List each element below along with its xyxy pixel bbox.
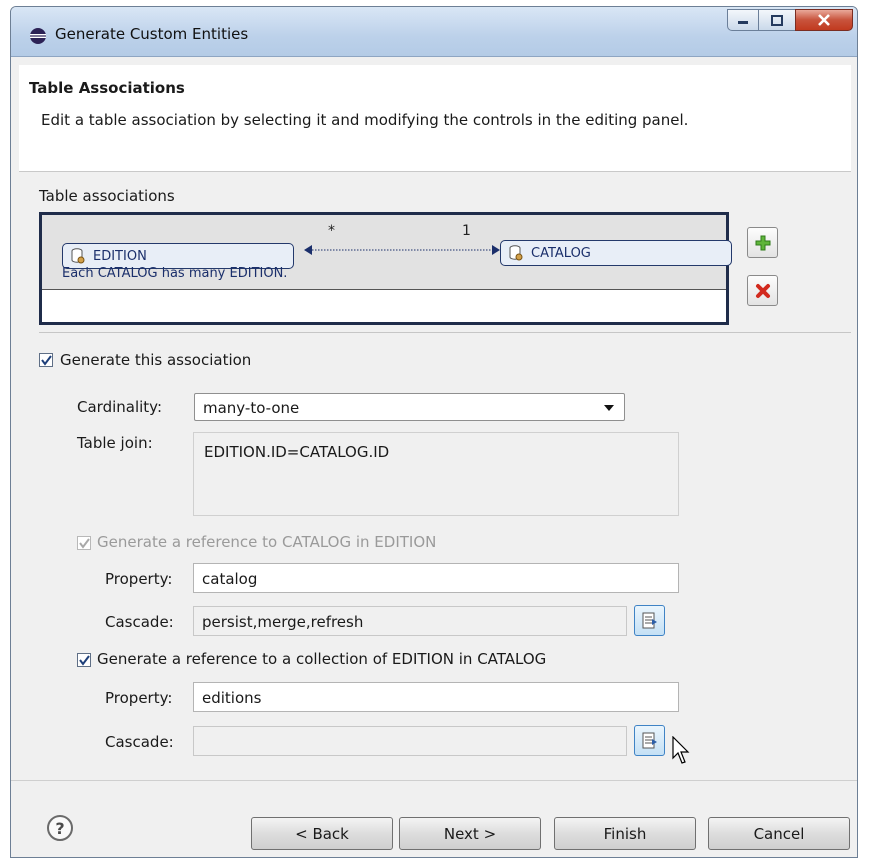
ref2-cascade-edit-button[interactable] xyxy=(634,725,665,756)
table-join-field: EDITION.ID=CATALOG.ID xyxy=(193,432,679,516)
table-associations-label: Table associations xyxy=(39,187,175,205)
ref-catalog-label: Generate a reference to CATALOG in EDITI… xyxy=(97,533,437,551)
ref2-cascade-label: Cascade: xyxy=(105,733,174,751)
window-controls xyxy=(727,9,853,31)
database-table-icon xyxy=(509,245,523,261)
eclipse-icon xyxy=(30,28,46,44)
footer-divider xyxy=(11,780,857,781)
chevron-down-icon xyxy=(604,405,614,411)
ref1-property-label: Property: xyxy=(105,570,173,588)
dialog-window: Generate Custom Entities Table Associati… xyxy=(10,6,858,858)
section-divider xyxy=(39,332,851,333)
delete-association-button[interactable] xyxy=(747,275,778,306)
cardinality-value: many-to-one xyxy=(203,399,300,417)
edit-list-icon xyxy=(642,732,657,748)
checkmark-icon xyxy=(78,654,90,666)
association-description: Each CATALOG has many EDITION. xyxy=(62,266,288,281)
page-title: Table Associations xyxy=(29,79,185,97)
associations-list[interactable]: EDITION * 1 CATALOG Each CATALOG has man… xyxy=(39,212,732,325)
source-table-name: EDITION xyxy=(93,248,147,264)
ref-catalog-checkbox[interactable] xyxy=(77,536,91,550)
target-table-name: CATALOG xyxy=(531,245,591,261)
help-button[interactable]: ? xyxy=(47,815,73,841)
target-table-node[interactable]: CATALOG xyxy=(500,240,732,266)
cardinality-select[interactable]: many-to-one xyxy=(194,393,625,421)
minimize-icon xyxy=(738,21,748,24)
help-icon: ? xyxy=(55,818,65,838)
database-table-icon xyxy=(71,248,85,264)
page-description: Edit a table association by selecting it… xyxy=(41,111,689,129)
ref1-property-input[interactable]: catalog xyxy=(193,563,679,593)
ref-editions-label: Generate a reference to a collection of … xyxy=(97,650,547,668)
ref1-cascade-edit-button[interactable] xyxy=(634,605,665,636)
checkmark-icon xyxy=(78,537,90,549)
mouse-pointer-icon xyxy=(672,736,690,764)
window-title: Generate Custom Entities xyxy=(55,25,249,43)
cardinality-label: Cardinality: xyxy=(77,398,163,416)
ref2-property-label: Property: xyxy=(105,689,173,707)
ref2-property-value: editions xyxy=(202,689,262,707)
ref1-cascade-label: Cascade: xyxy=(105,613,174,631)
add-icon xyxy=(755,235,770,250)
checkmark-icon xyxy=(40,354,52,366)
generate-association-label: Generate this association xyxy=(60,351,252,369)
ref2-cascade-input xyxy=(193,726,627,756)
title-bar[interactable]: Generate Custom Entities xyxy=(11,7,857,57)
minimize-button[interactable] xyxy=(727,9,759,31)
close-icon xyxy=(818,14,830,26)
wizard-header: Table Associations Edit a table associat… xyxy=(19,65,851,172)
finish-button[interactable]: Finish xyxy=(554,817,696,850)
table-join-label: Table join: xyxy=(77,434,153,452)
cancel-button[interactable]: Cancel xyxy=(708,817,850,850)
ref1-property-value: catalog xyxy=(202,570,258,588)
maximize-icon xyxy=(771,14,783,26)
maximize-button[interactable] xyxy=(758,9,796,31)
table-join-value: EDITION.ID=CATALOG.ID xyxy=(204,443,390,461)
ref-editions-checkbox[interactable] xyxy=(77,653,91,667)
association-connector xyxy=(304,245,500,255)
generate-association-checkbox[interactable] xyxy=(39,353,53,367)
ref1-cascade-value: persist,merge,refresh xyxy=(202,613,364,631)
delete-icon xyxy=(755,283,770,298)
source-multiplicity: * xyxy=(328,223,335,239)
close-button[interactable] xyxy=(795,9,853,31)
edit-list-icon xyxy=(642,612,657,628)
ref2-property-input[interactable]: editions xyxy=(193,682,679,712)
target-multiplicity: 1 xyxy=(462,223,471,239)
add-association-button[interactable] xyxy=(747,227,778,258)
association-row[interactable]: EDITION * 1 CATALOG Each CATALOG has man… xyxy=(42,215,732,290)
ref1-cascade-input: persist,merge,refresh xyxy=(193,606,627,636)
back-button[interactable]: < Back xyxy=(251,817,393,850)
next-button[interactable]: Next > xyxy=(399,817,541,850)
